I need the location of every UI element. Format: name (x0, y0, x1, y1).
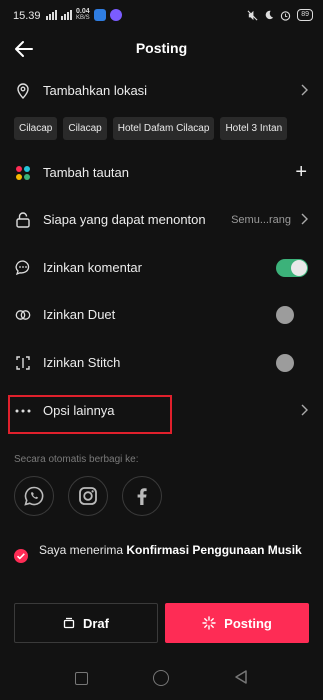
instagram-icon (79, 487, 97, 505)
share-caption: Secara otomatis berbagi ke: (14, 454, 139, 465)
privacy-value: Semu...rang (231, 214, 291, 226)
mute-icon (247, 10, 258, 20)
stitch-icon (16, 356, 30, 370)
plus-icon[interactable]: + (295, 161, 307, 184)
location-pin-icon (17, 83, 29, 99)
duet-toggle[interactable] (276, 306, 294, 324)
comments-label: Izinkan komentar (43, 260, 142, 275)
post-label: Posting (224, 615, 272, 631)
facebook-icon (137, 488, 147, 505)
header: Posting (0, 32, 323, 66)
location-chips: Cilacap Cilacap Hotel Dafam Cilacap Hote… (14, 117, 288, 140)
link-apps-icon (16, 166, 30, 180)
chevron-right-icon (301, 213, 308, 225)
net-speed-unit: KB/S (76, 15, 90, 21)
status-icons-left: 0.04 KB/S (46, 8, 122, 21)
duet-label: Izinkan Duet (43, 307, 116, 322)
duet-icon (15, 310, 31, 320)
status-bar: 15.39 0.04 KB/S 89 (0, 0, 323, 32)
whatsapp-share-button[interactable] (14, 476, 54, 516)
draft-label: Draf (82, 615, 109, 631)
alarm-icon (281, 10, 291, 21)
location-row[interactable]: Tambahkan lokasi (0, 74, 323, 106)
whatsapp-icon (24, 486, 44, 506)
location-label: Tambahkan lokasi (43, 83, 148, 98)
nav-back-icon[interactable] (234, 669, 248, 685)
annotation-highlight-box (8, 395, 172, 434)
status-icons-right: 89 (247, 9, 313, 21)
facebook-share-button[interactable] (122, 476, 162, 516)
location-chip[interactable]: Hotel Dafam Cilacap (112, 117, 215, 140)
system-nav-bar (0, 660, 323, 700)
page-title: Posting (135, 40, 188, 56)
consent-checkbox[interactable] (14, 549, 28, 563)
net-speed: 0.04 KB/S (76, 8, 90, 21)
privacy-row[interactable]: Siapa yang dapat menonton Semu...rang (0, 203, 323, 235)
recents-button[interactable] (75, 672, 88, 685)
instagram-share-button[interactable] (68, 476, 108, 516)
comment-icon (15, 260, 30, 276)
draft-button[interactable]: Draf (14, 603, 158, 643)
moon-icon (265, 10, 274, 20)
signal-icon-2 (61, 10, 72, 20)
music-confirmation-link[interactable]: Konfirmasi Penggunaan Musik (126, 543, 301, 557)
consent-text: Saya menerima Konfirmasi Penggunaan Musi… (39, 542, 304, 559)
app-notification-icon (93, 9, 106, 21)
status-time: 15.39 (13, 10, 41, 22)
privacy-label: Siapa yang dapat menonton (43, 212, 206, 227)
chevron-right-icon (301, 84, 308, 96)
draft-icon (63, 617, 75, 629)
add-link-row[interactable]: Tambah tautan + (0, 156, 323, 188)
stitch-row: Izinkan Stitch (0, 346, 323, 378)
add-link-label: Tambah tautan (43, 165, 130, 180)
lock-icon (16, 212, 30, 228)
post-button[interactable]: Posting (165, 603, 309, 643)
stitch-label: Izinkan Stitch (43, 355, 121, 370)
sparkle-icon (202, 616, 216, 630)
checkmark-icon (16, 553, 25, 560)
comments-toggle[interactable] (276, 259, 308, 277)
home-button[interactable] (153, 670, 169, 686)
stitch-toggle[interactable] (276, 354, 294, 372)
signal-icon (46, 10, 57, 20)
app-notification-icon-2 (109, 9, 122, 21)
consent-prefix: Saya menerima (39, 543, 127, 557)
battery-indicator: 89 (297, 9, 313, 21)
comments-row: Izinkan komentar (0, 251, 323, 283)
duet-row: Izinkan Duet (0, 298, 323, 330)
chevron-right-icon (301, 404, 308, 416)
location-chip[interactable]: Cilacap (63, 117, 107, 140)
location-chip[interactable]: Cilacap (14, 117, 58, 140)
location-chip[interactable]: Hotel 3 Intan (220, 117, 288, 140)
share-targets (14, 476, 162, 516)
